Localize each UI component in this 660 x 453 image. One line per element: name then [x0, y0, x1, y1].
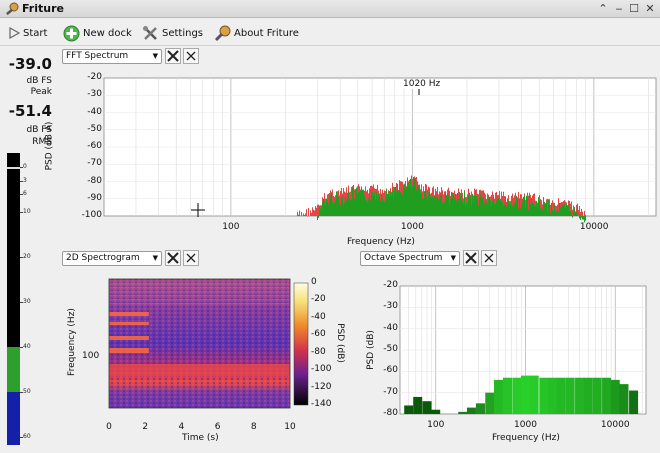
meter-tick-mark: [20, 180, 23, 182]
octave-x-axis-label: Frequency (Hz): [492, 433, 560, 443]
octave-y-tick: -70: [383, 386, 398, 397]
colorbar-tick: -100: [311, 364, 332, 375]
octave-bar: [575, 377, 585, 414]
spectrogram-x-tick: 10: [284, 422, 296, 432]
octave-bar: [502, 377, 512, 414]
meter-tick-label: 6: [23, 190, 27, 197]
colorbar-tick: -80: [311, 346, 326, 357]
octave-x-tick: 1000: [514, 420, 537, 430]
meter-tick-mark: [20, 167, 23, 168]
colorbar-tick: 0: [311, 277, 317, 287]
fft-x-tick: 1000: [400, 222, 424, 232]
octave-bar: [583, 377, 593, 414]
octave-bar: [548, 377, 558, 414]
fft-y-tick: -80: [87, 175, 102, 186]
meter-tick-label: 0: [23, 163, 27, 170]
colorbar-tick: -60: [311, 329, 326, 340]
fft-y-tick: -40: [87, 106, 102, 117]
meter-tick-label: 30: [23, 298, 31, 305]
octave-x-tick: 100: [427, 420, 445, 430]
meter-tick-label: 50: [23, 388, 31, 395]
octave-y-tick: -30: [383, 301, 398, 312]
fft-y-tick: -20: [87, 72, 102, 82]
octave-bar: [458, 411, 468, 414]
octave-bar: [493, 379, 503, 414]
meter-tick-label: 40: [23, 343, 31, 350]
meter-tick-label: 3: [23, 176, 27, 184]
fft-y-tick: -90: [87, 192, 102, 203]
fft-y-tick: -50: [87, 123, 102, 134]
octave-y-tick: -40: [383, 322, 398, 333]
octave-bar: [512, 377, 522, 414]
fft-x-tick: 100: [222, 222, 240, 232]
octave-bar: [475, 403, 485, 414]
fft-y-tick: -30: [87, 89, 102, 100]
meter-tick-mark: [20, 437, 23, 438]
octave-bar: [529, 375, 539, 414]
meter-tick-mark: [20, 347, 23, 348]
colorbar-tick: -40: [311, 311, 326, 322]
octave-bar: [565, 377, 575, 414]
meter-tick-label: 60: [23, 433, 31, 440]
octave-y-tick: -80: [383, 408, 398, 418]
octave-bar: [466, 407, 476, 414]
meter-tick-mark: [20, 392, 23, 393]
octave-bar: [619, 384, 629, 414]
meter-tick-mark: [20, 257, 23, 258]
octave-bar: [556, 377, 566, 414]
octave-bar: [539, 377, 549, 414]
octave-bar: [404, 405, 414, 414]
spectrogram-x-tick: 6: [214, 422, 221, 432]
meter-tick-mark: [20, 194, 23, 195]
octave-bar: [629, 390, 639, 414]
octave-bar: [485, 392, 495, 414]
spectrogram-x-tick: 8: [250, 422, 257, 432]
meter-tick-label: 10: [23, 208, 31, 215]
octave-bar: [422, 401, 432, 414]
meter-tick-mark: [20, 302, 23, 303]
colorbar-tick: -120: [311, 381, 332, 392]
spectrogram-x-tick: 0: [106, 422, 112, 432]
meter-tick-mark: [20, 212, 23, 213]
octave-bar: [413, 396, 423, 414]
spectrogram-x-tick: 2: [142, 422, 149, 432]
spectrogram-x-tick: 4: [178, 422, 185, 432]
colorbar-tick: -140: [311, 399, 332, 409]
octave-y-tick: -50: [383, 344, 398, 354]
octave-bar: [592, 377, 602, 414]
octave-bar: [431, 409, 441, 414]
fft-y-tick: -60: [87, 141, 102, 151]
fft-y-tick: -70: [87, 158, 102, 169]
octave-y-tick: -20: [383, 280, 398, 290]
octave-bar: [602, 377, 612, 414]
colorbar-tick: -20: [311, 294, 326, 305]
octave-y-tick: -60: [383, 365, 398, 376]
octave-bar: [610, 379, 620, 414]
fft-y-tick: -100: [81, 210, 102, 220]
fft-x-tick: 10000: [579, 222, 609, 232]
octave-x-tick: 10000: [600, 420, 630, 430]
octave-bar: [520, 375, 530, 414]
meter-tick-label: 20: [23, 253, 31, 260]
